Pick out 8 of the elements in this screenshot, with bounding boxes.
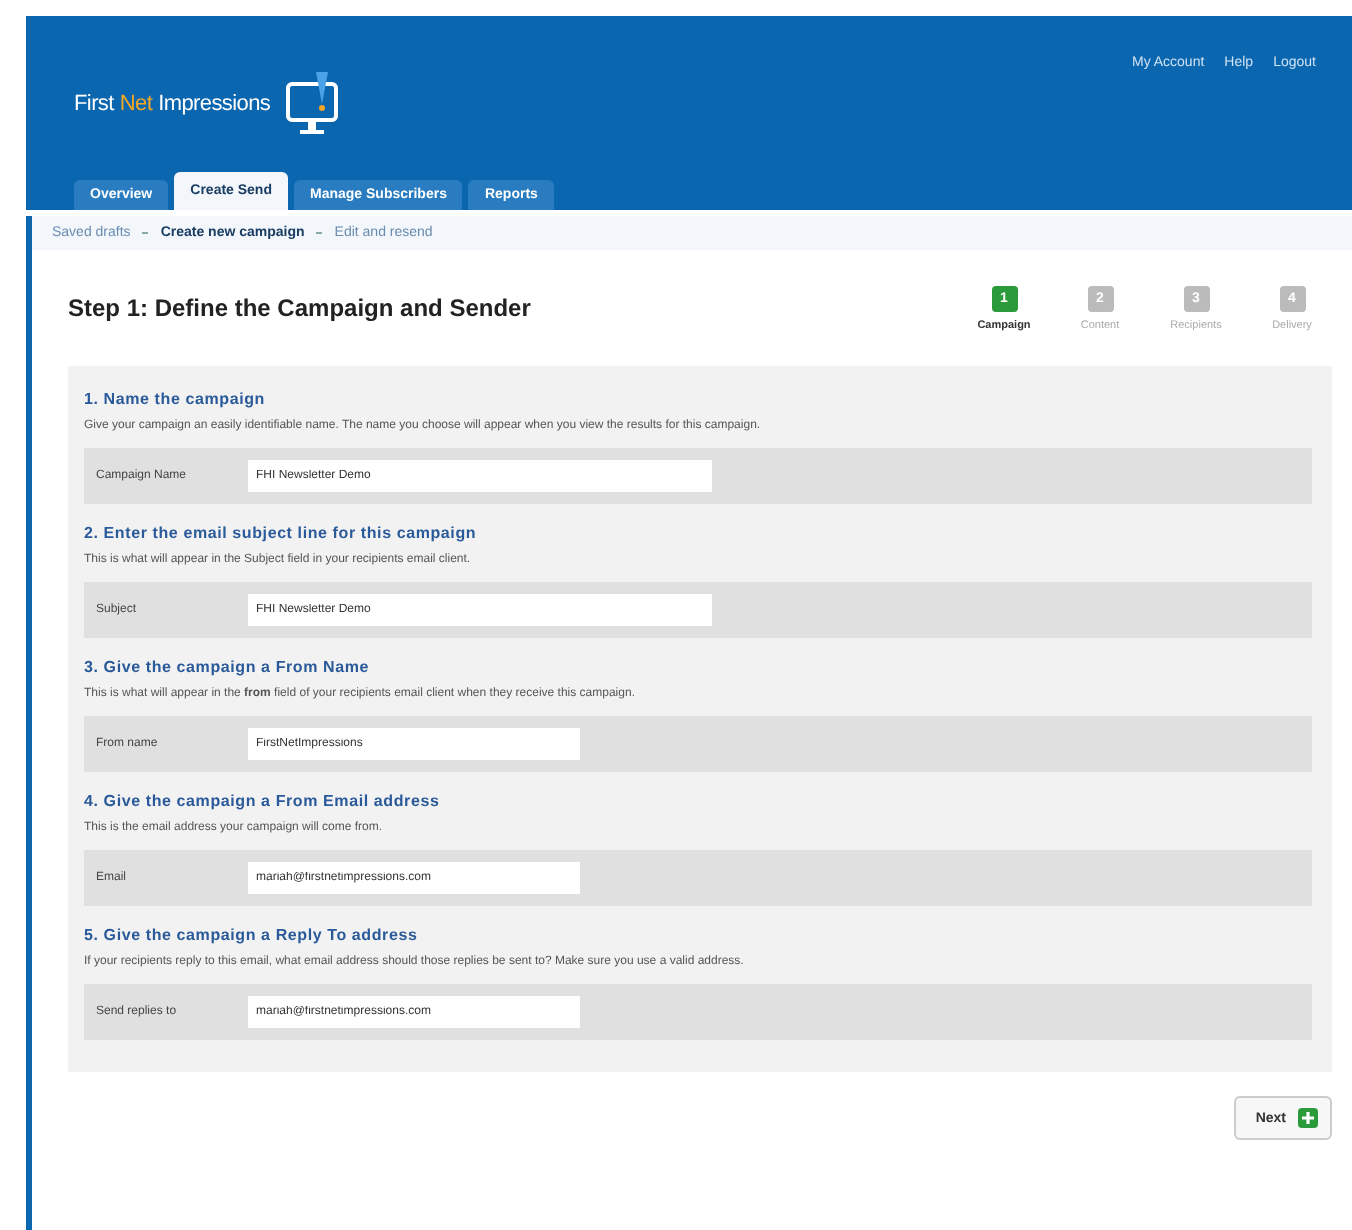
section-title: 3. Give the campaign a From Name <box>84 658 372 676</box>
plus-icon <box>1298 1108 1318 1128</box>
section-title: 1. Name the campaign <box>84 390 267 408</box>
page-title: Step 1: Define the Campaign and Sender <box>68 294 531 322</box>
section-title: 5. Give the campaign a Reply To address <box>84 926 420 944</box>
section-title: 4. Give the campaign a From Email address <box>84 792 442 810</box>
logo-text: First Net Impressions <box>74 92 273 116</box>
section-title: 2. Enter the email subject line for this campaign <box>84 524 479 542</box>
